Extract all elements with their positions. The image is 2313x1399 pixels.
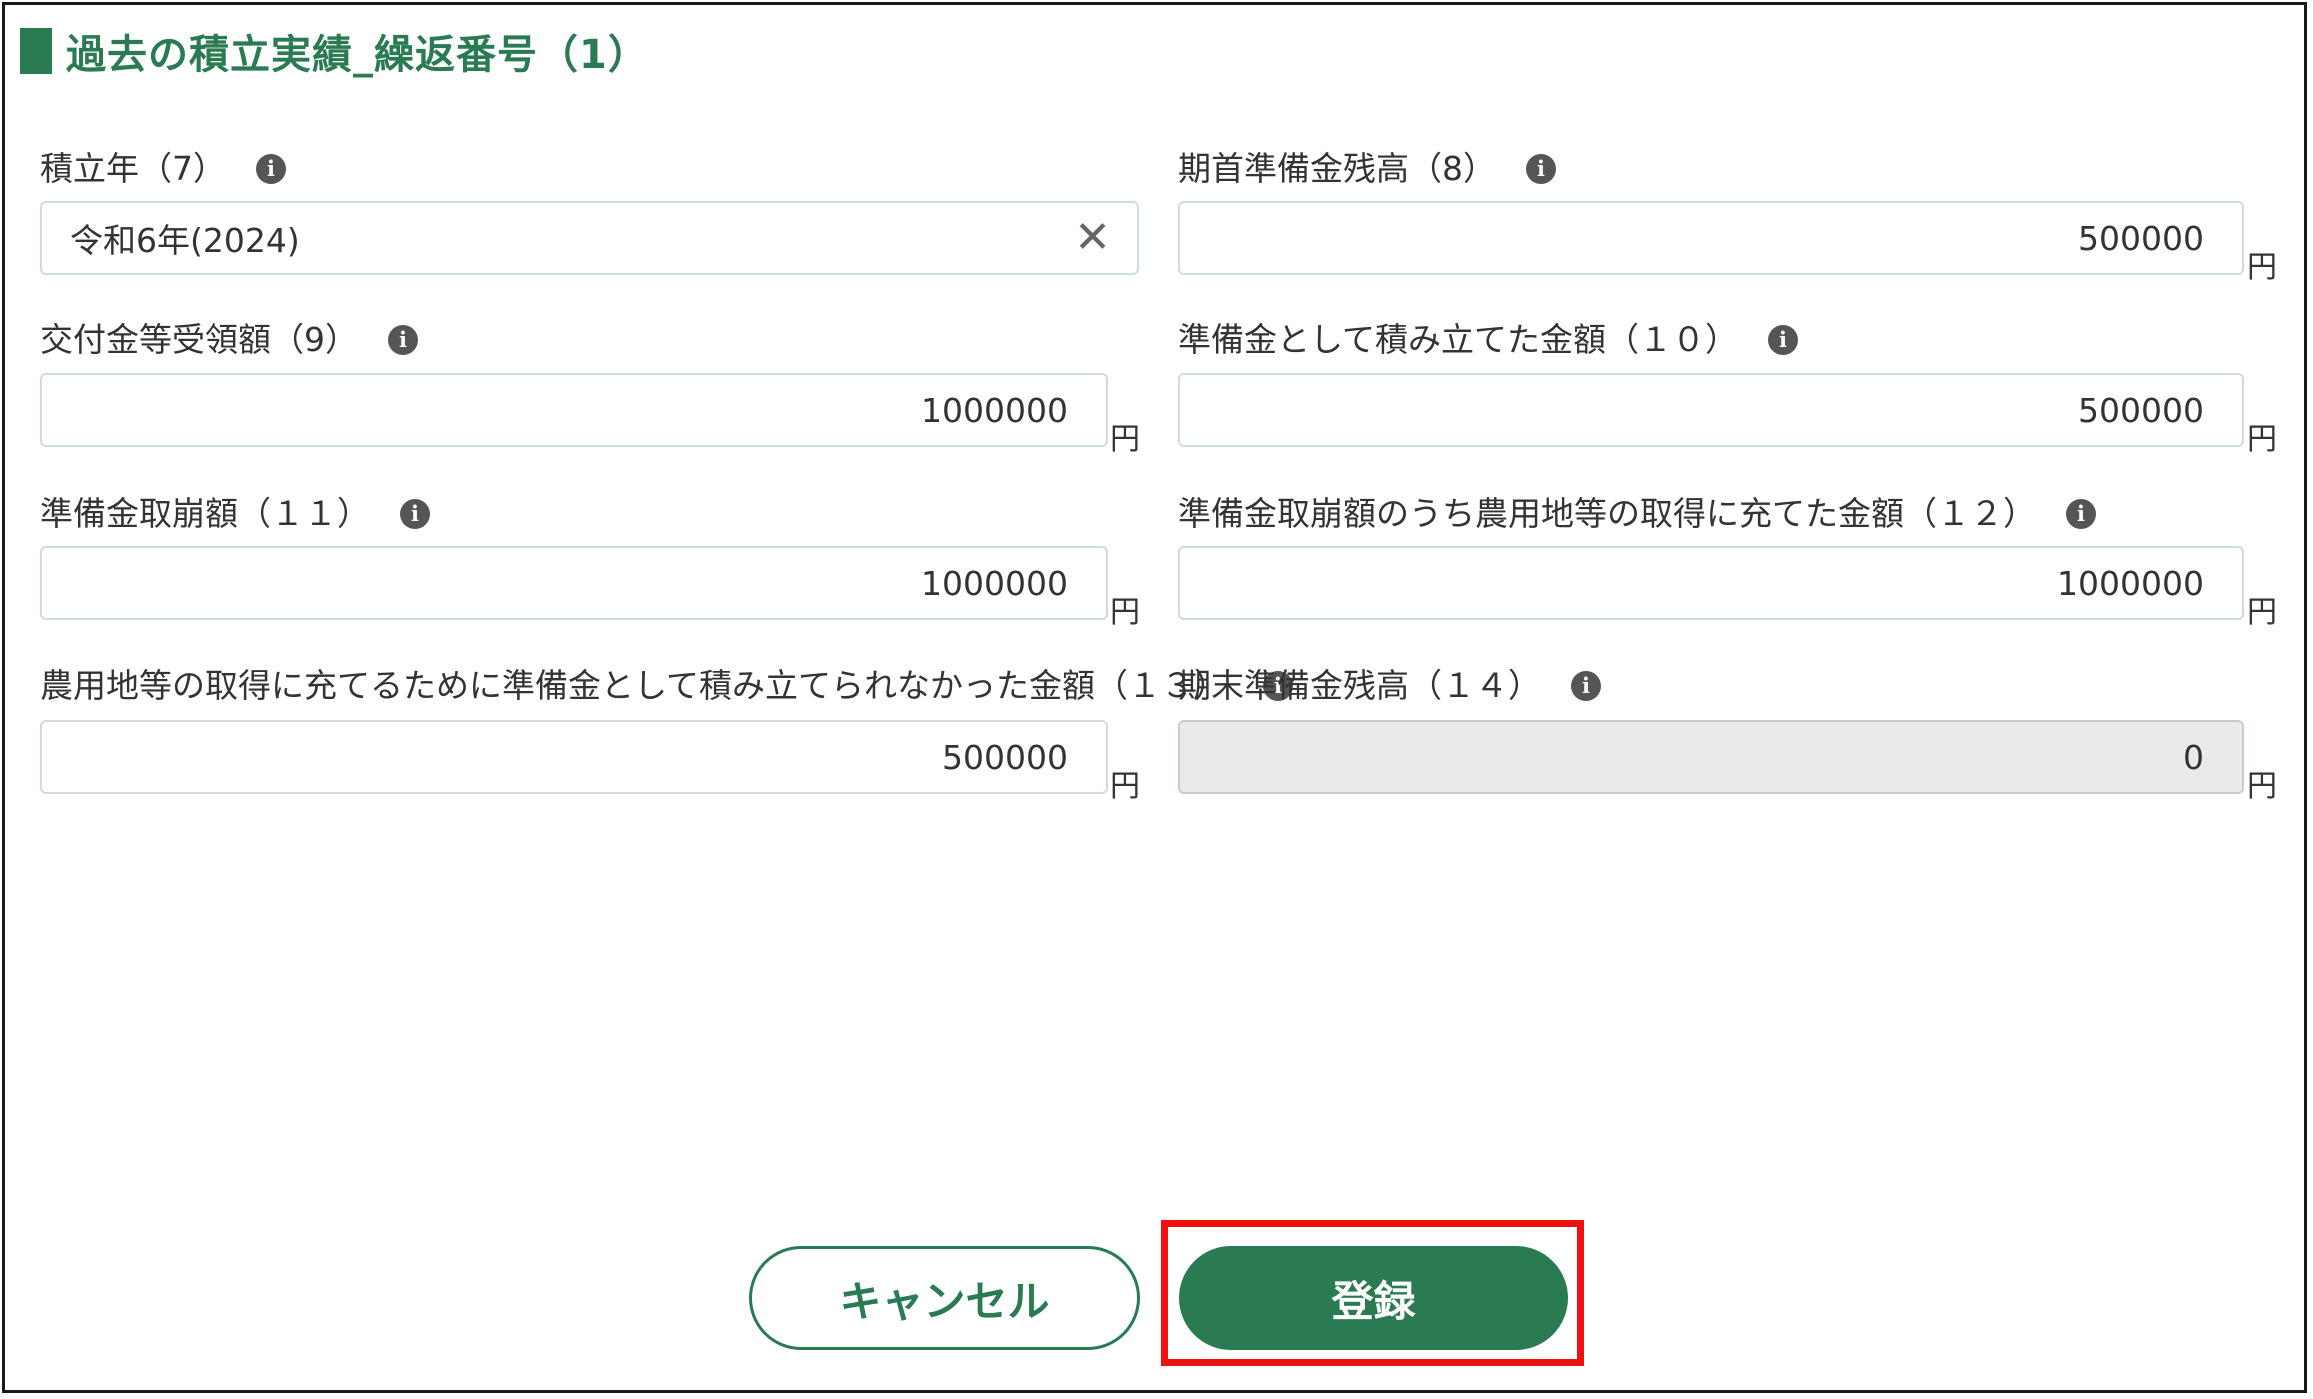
info-icon[interactable]: i [1571, 671, 1601, 701]
field-label-11-text: 準備金取崩額（１１） [40, 494, 370, 533]
yen-unit: 円 [1110, 769, 1140, 804]
info-icon[interactable]: i [2066, 499, 2096, 529]
cancel-button[interactable]: キャンセル [749, 1246, 1140, 1350]
yen-unit: 円 [2247, 595, 2277, 630]
closing-reserve-balance-value: 0 [2183, 737, 2204, 777]
info-icon[interactable]: i [1526, 154, 1556, 184]
year-select-value: 令和6年(2024) [70, 221, 300, 260]
subsidy-received-value: 1000000 [921, 390, 1068, 430]
not-accumulated-amount-value: 500000 [942, 737, 1068, 777]
info-icon[interactable]: i [1768, 325, 1799, 355]
yen-unit: 円 [1110, 422, 1140, 457]
field-label-12: 準備金取崩額のうち農用地等の取得に充てた金額（１２） i [1178, 492, 2096, 536]
field-label-8: 期首準備金残高（8） i [1178, 147, 1556, 191]
field-label-7-text: 積立年（7） [40, 149, 226, 188]
opening-reserve-balance-value: 500000 [2078, 218, 2204, 258]
field-label-7: 積立年（7） i [40, 147, 286, 191]
year-select[interactable]: 令和6年(2024) ✕ [40, 201, 1139, 275]
reserve-accumulated-value: 500000 [2078, 390, 2204, 430]
yen-unit: 円 [2247, 250, 2277, 285]
register-button[interactable]: 登録 [1179, 1246, 1568, 1350]
field-label-10: 準備金として積み立てた金額（１０） i [1178, 318, 1799, 362]
reserve-withdrawal-value: 1000000 [921, 563, 1068, 603]
field-label-10-text: 準備金として積み立てた金額（１０） [1178, 320, 1739, 359]
subsidy-received-input[interactable]: 1000000 [40, 373, 1108, 447]
withdrawal-for-farmland-input[interactable]: 1000000 [1178, 546, 2244, 620]
field-label-9: 交付金等受領額（9） i [40, 318, 418, 362]
field-label-13: 農用地等の取得に充てるために準備金として積み立てられなかった金額（１３） i [40, 664, 1294, 708]
yen-unit: 円 [1110, 595, 1140, 630]
field-label-14-text: 期末準備金残高（１４） [1178, 666, 1541, 705]
section-title: 過去の積立実績_繰返番号（1） [66, 32, 649, 78]
info-icon[interactable]: i [400, 499, 430, 529]
section-header: 過去の積立実績_繰返番号（1） [20, 25, 649, 78]
reserve-withdrawal-input[interactable]: 1000000 [40, 546, 1108, 620]
field-label-14: 期末準備金残高（１４） i [1178, 664, 1601, 708]
field-label-12-text: 準備金取崩額のうち農用地等の取得に充てた金額（１２） [1178, 494, 2036, 533]
yen-unit: 円 [2247, 422, 2277, 457]
field-label-11: 準備金取崩額（１１） i [40, 492, 430, 536]
withdrawal-for-farmland-value: 1000000 [2057, 563, 2204, 603]
opening-reserve-balance-input[interactable]: 500000 [1178, 201, 2244, 275]
closing-reserve-balance-field: 0 [1178, 720, 2244, 794]
cancel-button-label: キャンセル [839, 1276, 1050, 1326]
field-label-8-text: 期首準備金残高（8） [1178, 149, 1496, 188]
field-label-13-text: 農用地等の取得に充てるために準備金として積み立てられなかった金額（１３） [40, 666, 1228, 705]
register-button-label: 登録 [1331, 1276, 1416, 1326]
clear-icon[interactable]: ✕ [1074, 216, 1111, 260]
reserve-accumulated-input[interactable]: 500000 [1178, 373, 2244, 447]
info-icon[interactable]: i [388, 325, 418, 355]
info-icon[interactable]: i [256, 154, 286, 184]
section-marker [20, 28, 52, 74]
yen-unit: 円 [2247, 769, 2277, 804]
field-label-9-text: 交付金等受領額（9） [40, 320, 358, 359]
not-accumulated-amount-input[interactable]: 500000 [40, 720, 1108, 794]
